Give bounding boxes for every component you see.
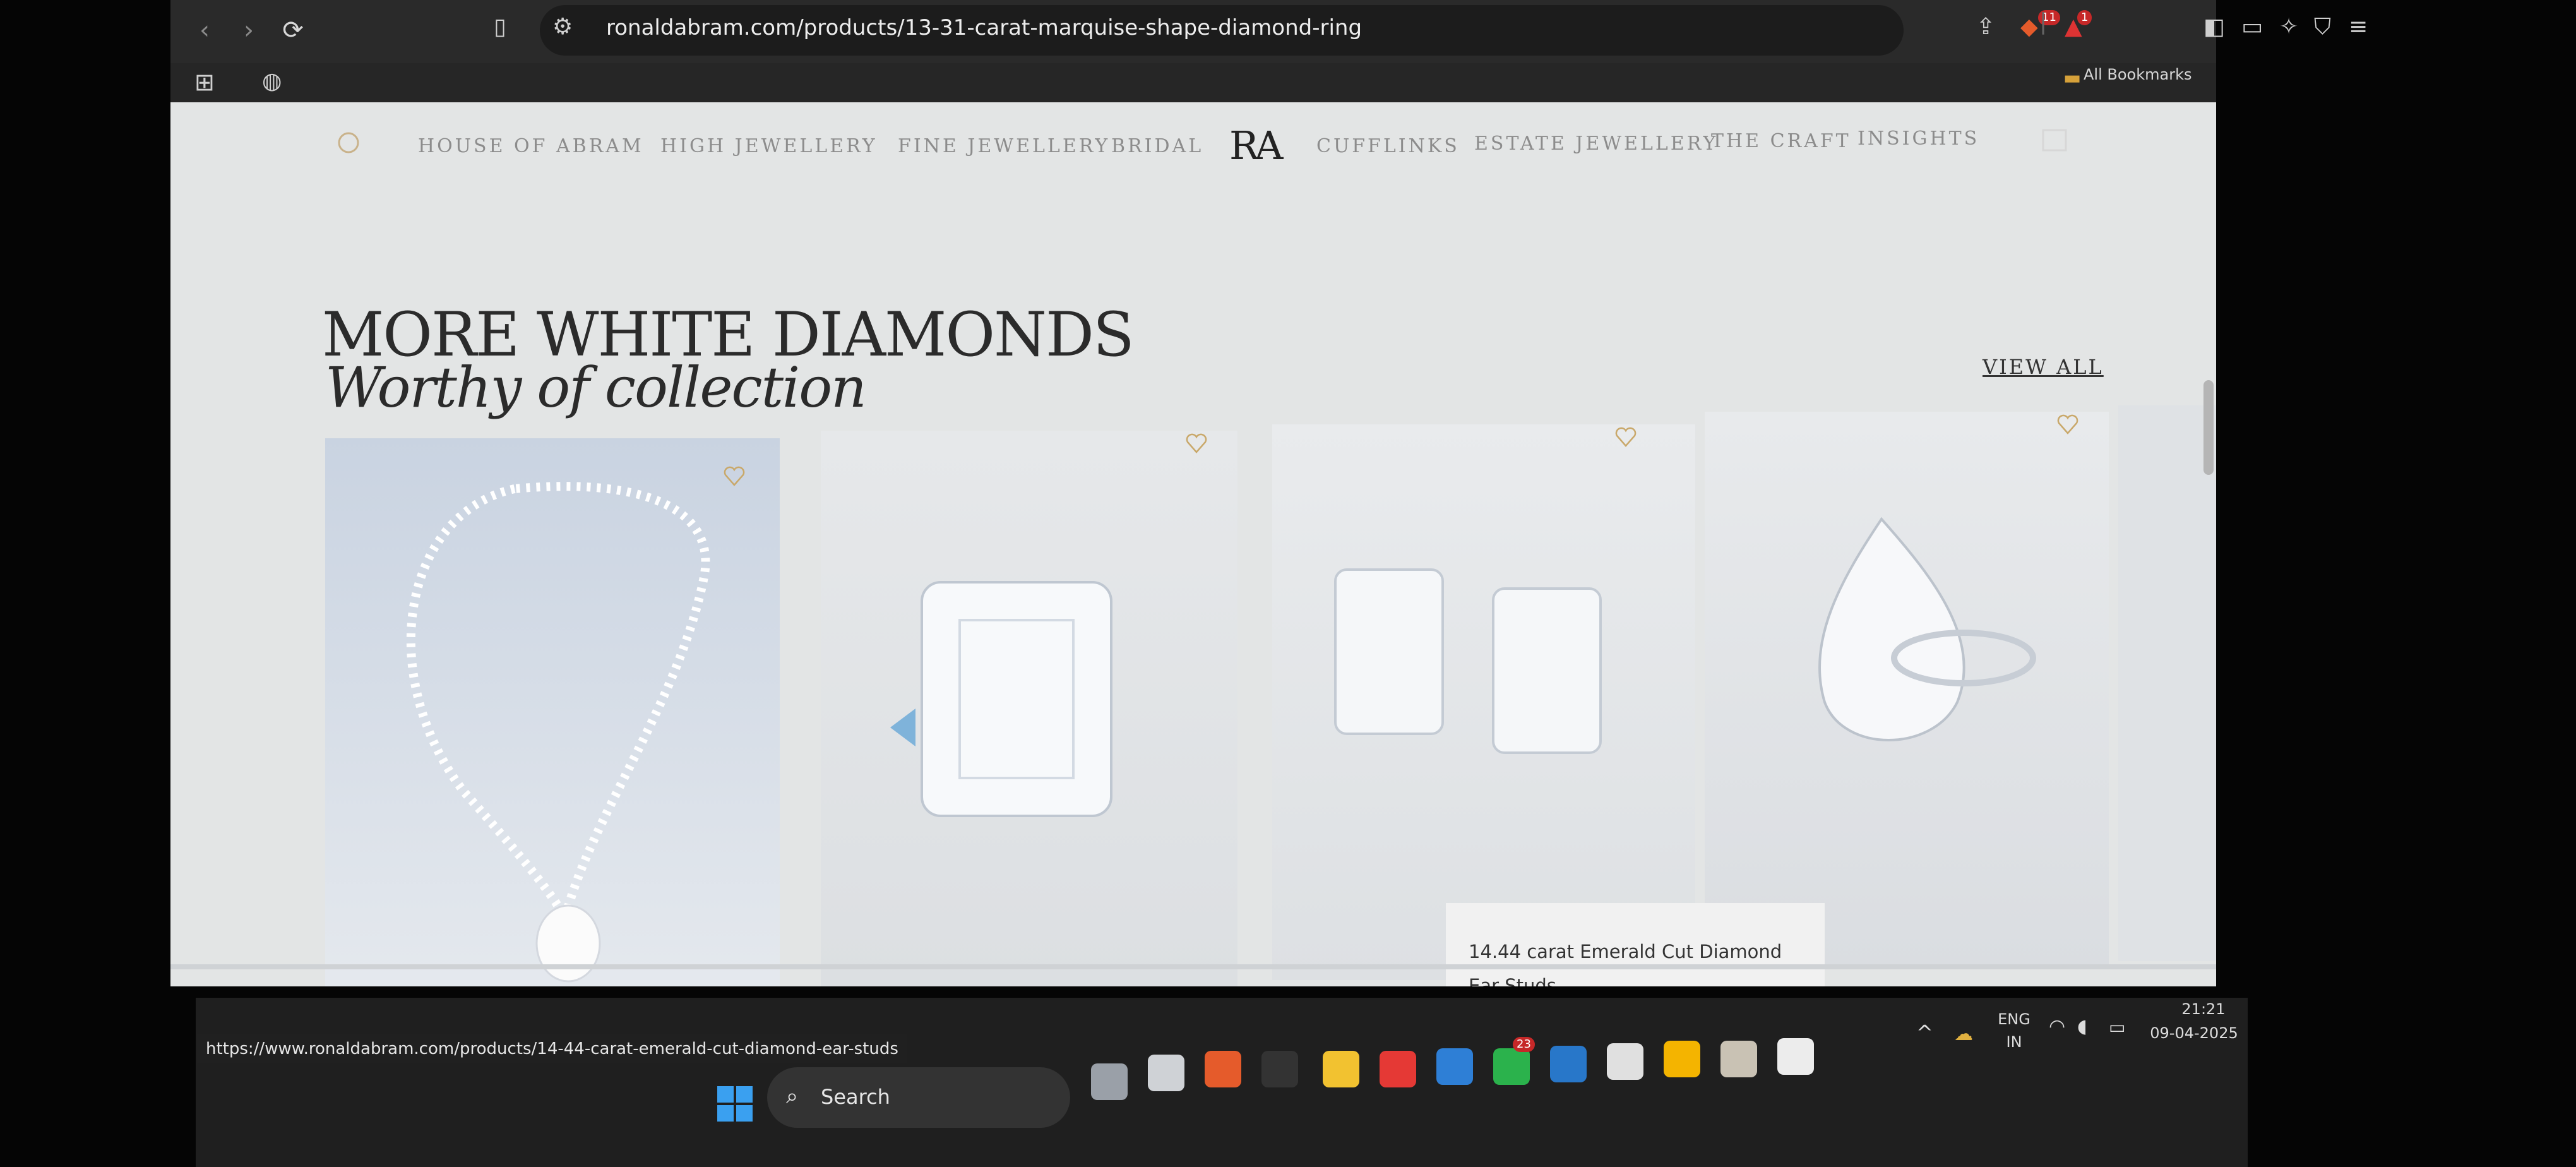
whatsapp-badge: 23 (1513, 1037, 1535, 1052)
brand-logo[interactable]: RA (1229, 123, 1284, 169)
reload-icon[interactable]: ⟳ (278, 15, 308, 45)
view-all-link[interactable]: VIEW ALL (1983, 355, 2104, 379)
bookmarks-bar: ⊞ ◍ ▬ (170, 63, 2216, 102)
nav-the-craft[interactable]: THE CRAFT (1711, 130, 1851, 152)
windows-start-icon[interactable] (717, 1086, 753, 1122)
tray-chevron-icon[interactable]: ^ (1916, 1020, 1933, 1044)
wishlist-heart-icon[interactable] (722, 464, 747, 489)
language-label[interactable]: ENG (1995, 1010, 2033, 1028)
sidebar-icon[interactable]: ◧ (2203, 14, 2225, 40)
necklace-image (406, 482, 710, 983)
notion-icon[interactable] (1777, 1038, 1814, 1075)
product-hover-caption[interactable]: 14.44 carat Emerald Cut Diamond Ear Stud… (1446, 903, 1825, 986)
app-black-icon[interactable] (1261, 1051, 1298, 1087)
chrome-icon[interactable] (1664, 1041, 1700, 1077)
url-text[interactable]: ronaldabram.com/products/13-31-carat-mar… (606, 15, 1362, 40)
menu-icon[interactable]: ≡ (2349, 14, 2368, 40)
web-page: HOUSE OF ABRAM HIGH JEWELLERY FINE JEWEL… (170, 102, 2216, 986)
divider: | (2039, 9, 2048, 35)
forward-icon[interactable]: › (234, 15, 264, 45)
unreal-engine-icon[interactable] (1607, 1043, 1643, 1080)
ear-studs-image (1334, 568, 1602, 754)
whatsapp-icon[interactable] (1493, 1048, 1530, 1085)
wifi-icon[interactable]: ◠ (2049, 1015, 2065, 1038)
youtube-icon[interactable] (1380, 1051, 1416, 1087)
diamond-logo-icon (338, 132, 359, 153)
nav-insights[interactable]: INSIGHTS (1857, 128, 1979, 150)
emerald-ring-image (890, 581, 1112, 817)
nav-house-of-abram[interactable]: HOUSE OF ABRAM (418, 135, 644, 157)
taskbar-search[interactable] (767, 1067, 1070, 1128)
globe-icon[interactable]: ◍ (262, 68, 282, 94)
rewards-badge: 1 (2077, 10, 2092, 25)
nav-cufflinks[interactable]: CUFFLINKS (1316, 135, 1460, 157)
nav-fine-jewellery[interactable]: FINE JEWELLERY (898, 135, 1110, 157)
folder-icon: ▬ (2063, 67, 2082, 89)
all-bookmarks-link[interactable]: All Bookmarks (2084, 66, 2191, 83)
vscode-icon[interactable] (1436, 1048, 1473, 1085)
search-icon: ⌕ (786, 1084, 799, 1109)
region-label[interactable]: IN (1995, 1033, 2033, 1051)
clock-date[interactable]: 09-04-2025 (2144, 1024, 2245, 1042)
page-scrollbar-thumb[interactable] (2203, 380, 2214, 475)
store-icon[interactable] (1720, 1041, 1757, 1077)
leo-ai-icon[interactable]: ✧ (2279, 14, 2298, 40)
bookmark-icon[interactable]: ▯ (494, 14, 506, 40)
unity-hub-icon[interactable] (1148, 1055, 1184, 1091)
wallet-icon[interactable]: ▭ (2241, 14, 2263, 40)
shopping-bag-icon[interactable] (2038, 121, 2071, 154)
carousel-scrollbar[interactable] (170, 964, 2216, 969)
share-icon[interactable]: ⇪ (1976, 14, 1995, 40)
battery-icon[interactable]: ▭ (2109, 1017, 2125, 1038)
nav-estate-jewellery[interactable]: ESTATE JEWELLERY (1474, 133, 1718, 155)
product-card-emerald-ring[interactable] (821, 431, 1237, 986)
brave-browser-icon[interactable] (1205, 1051, 1241, 1087)
clock-time[interactable]: 21:21 (2172, 1000, 2235, 1018)
wishlist-heart-icon[interactable] (1184, 431, 1209, 456)
brave-shield-icon[interactable]: ◆ (2020, 14, 2038, 40)
link-status-bar: https://www.ronaldabram.com/products/14-… (197, 1034, 907, 1063)
site-settings-icon[interactable]: ⚙ (552, 14, 573, 40)
product-card-partial[interactable] (2118, 405, 2216, 961)
wishlist-heart-icon[interactable] (2055, 412, 2080, 437)
pear-ring-image (1818, 517, 2036, 741)
file-explorer-icon[interactable] (1323, 1051, 1359, 1087)
product-name[interactable]: 14.44 carat Emerald Cut Diamond Ear Stud… (1469, 935, 1797, 986)
product-card-pear-ring[interactable] (1705, 412, 2109, 967)
back-icon[interactable]: ‹ (189, 15, 220, 45)
app-blue-icon[interactable] (1550, 1046, 1587, 1082)
product-card-necklace[interactable] (325, 438, 780, 986)
nav-bridal[interactable]: BRIDAL (1111, 135, 1203, 157)
product-card-ear-studs[interactable] (1272, 424, 1695, 980)
search-label[interactable]: Search (821, 1085, 890, 1109)
vpn-icon[interactable]: ⛉ (2314, 14, 2331, 40)
apps-grid-icon[interactable]: ⊞ (194, 68, 215, 96)
section-subtitle: Worthy of collection (325, 355, 867, 420)
task-view-icon[interactable] (1091, 1063, 1128, 1100)
volume-icon[interactable]: ◖ (2077, 1015, 2087, 1038)
nav-high-jewellery[interactable]: HIGH JEWELLERY (660, 135, 878, 157)
wishlist-heart-icon[interactable] (1613, 424, 1638, 450)
onedrive-icon[interactable]: ☁ (1954, 1023, 1973, 1045)
